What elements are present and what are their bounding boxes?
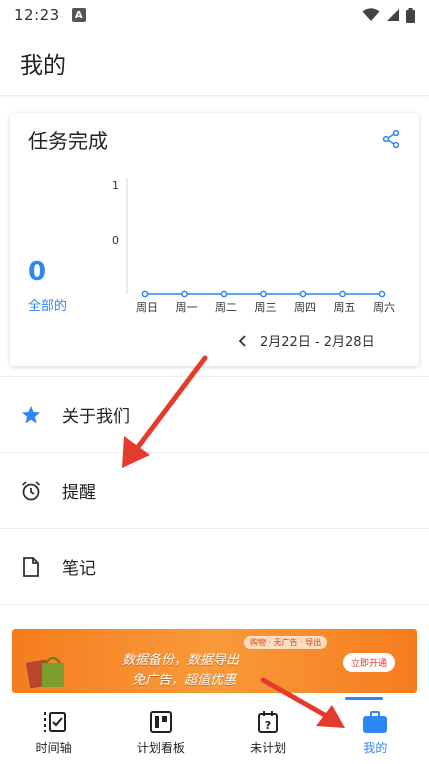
chevron-left-icon[interactable] (236, 334, 250, 348)
chart-x-tick-label: 周三 (255, 301, 277, 314)
tab-label: 时间轴 (35, 740, 72, 755)
chart-point (260, 290, 267, 298)
tab-label: 我的 (363, 740, 388, 755)
chart-x-tick-label: 周日 (136, 301, 158, 314)
chart-y-ticks: 10 (112, 179, 119, 247)
page-title: 我的 (20, 52, 66, 79)
ad-banner[interactable]: 购物 · 无广告 · 导出 数据备份，数据导出 免广告，超值优惠 立即开通 (12, 629, 417, 693)
completed-count-label: 全部的 (28, 299, 68, 314)
note-icon (20, 556, 42, 578)
menu-item-label: 提醒 (62, 483, 96, 503)
status-indicators (362, 7, 415, 23)
status-a-badge: A (71, 8, 86, 22)
menu-item-label: 关于我们 (62, 407, 130, 427)
chart-y-tick-label: 1 (112, 179, 119, 192)
chart-x-tick-label: 周五 (334, 301, 356, 314)
weekly-completion-chart: 10 周日 周一 周二 周三 周四 周五 周六 (112, 178, 395, 314)
chart-point (141, 290, 149, 298)
week-range: 2月22日 - 2月28日 (260, 335, 375, 350)
timeline-icon (41, 709, 67, 735)
chart-point (339, 290, 346, 298)
tab-label: 未计划 (250, 740, 287, 755)
alarm-clock-icon (20, 480, 42, 502)
menu-item-label: 笔记 (62, 559, 96, 579)
chart-point (378, 290, 386, 298)
ad-subscribe-button[interactable]: 立即开通 (342, 653, 395, 672)
chart-x-tick-label: 周六 (373, 301, 395, 314)
ad-headline: 数据备份，数据导出 (122, 653, 240, 668)
chart-x-tick-label: 周四 (294, 301, 316, 314)
status-time: 12:23 (14, 6, 60, 24)
tab-label: 计划看板 (136, 740, 185, 755)
signal-icon (387, 9, 399, 21)
chart-y-tick-label: 0 (112, 234, 119, 247)
chart-x-ticks: 周日 周一 周二 周三 周四 周五 周六 (136, 301, 395, 314)
tab-unplanned[interactable]: ? 未计划 (215, 700, 322, 764)
menu-list: 关于我们 提醒 笔记 (0, 376, 429, 605)
completed-count: 0 (28, 257, 47, 287)
menu-item-about[interactable]: 关于我们 (0, 376, 429, 452)
bottom-nav: 时间轴 计划看板 ? 未计划 我的 (0, 700, 429, 764)
battery-icon (406, 7, 415, 23)
chart-x-tick-label: 周二 (215, 301, 237, 314)
star-icon (20, 404, 42, 426)
ad-feature-tags: 购物 · 无广告 · 导出 (244, 636, 328, 649)
week-navigator: 2月22日 - 2月28日 (236, 331, 375, 350)
gift-bag-icon (25, 657, 64, 689)
tab-plan-board[interactable]: 计划看板 (107, 700, 214, 764)
divider (0, 604, 429, 605)
briefcase-icon (362, 709, 388, 735)
board-icon (148, 709, 174, 735)
tab-mine[interactable]: 我的 (322, 700, 429, 764)
ad-subheadline: 免广告，超值优惠 (132, 673, 237, 688)
menu-item-notes[interactable]: 笔记 (0, 528, 429, 604)
app-header: 我的 (0, 30, 429, 96)
card-title: 任务完成 (28, 129, 108, 153)
share-icon[interactable] (381, 129, 401, 149)
wifi-icon (362, 8, 380, 21)
tab-timeline[interactable]: 时间轴 (0, 700, 107, 764)
chart-point (299, 290, 307, 298)
chart-x-tick-label: 周一 (176, 301, 198, 314)
task-completion-card: 任务完成 0 全部的 10 周日 周一 周二 周三 周四 周五 周六 2月22日 - 2月2… (10, 113, 419, 366)
chart-point (220, 290, 228, 298)
menu-item-reminder[interactable]: 提醒 (0, 452, 429, 528)
chart-point (181, 290, 188, 298)
svg-text:?: ? (265, 719, 271, 732)
unplanned-icon: ? (255, 709, 281, 735)
status-bar: 12:23 A (0, 0, 429, 30)
